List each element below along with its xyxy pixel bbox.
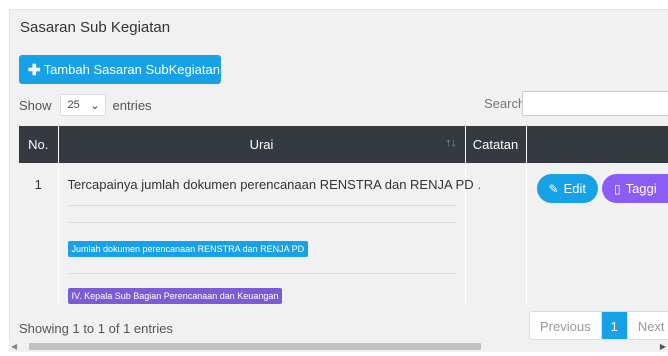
edit-button-label: Edit (563, 181, 586, 196)
column-header-catatan[interactable]: Catatan (465, 126, 527, 163)
divider (67, 222, 456, 223)
column-header-no[interactable]: No. (19, 126, 59, 163)
show-label: Show (19, 97, 52, 113)
scroll-left-arrow-icon[interactable]: ◀ (11, 341, 17, 352)
search-input[interactable] (522, 91, 668, 116)
add-sasaran-button[interactable]: ✚ Tambah Sasaran SubKegiatan (19, 55, 221, 84)
tagging-button-label: Taggi (625, 181, 657, 196)
data-table: No. Urai ↑↓ Catatan 1 Tercapainya jumlah… (19, 126, 668, 304)
row-actions: ✎ Edit ▯ Taggi (526, 163, 668, 304)
entries-select[interactable]: 25 ⌄ (59, 94, 106, 116)
divider (67, 273, 456, 274)
column-header-actions (526, 126, 668, 163)
row-catatan: . (465, 163, 527, 304)
panel-title: Sasaran Sub Kegiatan (20, 19, 171, 36)
entries-label: entries (112, 97, 152, 113)
edit-button[interactable]: ✎ Edit (536, 174, 598, 203)
sort-icon[interactable]: ↑↓ (446, 137, 457, 149)
plus-icon: ✚ (28, 61, 41, 79)
table-row: 1 Tercapainya jumlah dokumen perencanaan… (19, 163, 668, 304)
pagination-next[interactable]: Next (628, 312, 668, 339)
entries-select-value: 25 (67, 99, 80, 111)
divider (67, 205, 456, 206)
scroll-right-arrow-icon[interactable]: ▶ (660, 341, 666, 352)
horizontal-scrollbar[interactable]: ◀ ▶ (9, 341, 668, 352)
chevron-down-icon: ⌄ (90, 99, 100, 112)
column-header-urai[interactable]: Urai ↑↓ (58, 126, 466, 163)
row-urai-text: Tercapainya jumlah dokumen perencanaan R… (67, 177, 474, 192)
table-info: Showing 1 to 1 of 1 entries (19, 321, 173, 336)
length-control: Show 25 ⌄ entries (19, 94, 152, 116)
tag-icon: ▯ (613, 181, 621, 196)
scrollbar-thumb[interactable] (29, 343, 481, 350)
pagination: Previous 1 Next (529, 311, 668, 340)
unit-badge: IV. Kepala Sub Bagian Perencanaan dan Ke… (67, 288, 283, 304)
pencil-icon: ✎ (548, 181, 559, 196)
add-button-label: Tambah Sasaran SubKegiatan (43, 62, 220, 77)
row-urai-cell: Tercapainya jumlah dokumen perencanaan R… (58, 163, 474, 304)
indicator-badge: Jumlah dokumen perencanaan RENSTRA dan R… (67, 241, 309, 257)
panel: Sasaran Sub Kegiatan ✚ Tambah Sasaran Su… (9, 9, 668, 352)
pagination-page-1[interactable]: 1 (601, 312, 628, 339)
pagination-previous[interactable]: Previous (530, 312, 602, 339)
row-number: 1 (19, 163, 59, 304)
tagging-button[interactable]: ▯ Taggi (601, 174, 668, 203)
column-header-urai-label: Urai (249, 137, 274, 152)
